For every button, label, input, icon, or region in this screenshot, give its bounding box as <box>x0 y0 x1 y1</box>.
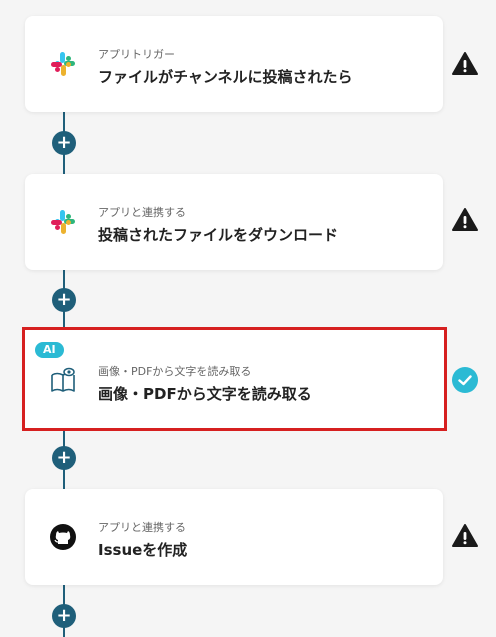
flow-step-card[interactable]: アプリトリガー ファイルがチャンネルに投稿されたら <box>25 16 443 112</box>
github-icon <box>50 524 76 550</box>
slack-icon <box>51 52 75 76</box>
warning-icon[interactable] <box>451 206 479 234</box>
step-subtitle: 画像・PDFから文字を読み取る <box>98 365 252 378</box>
step-subtitle: アプリと連携する <box>98 521 186 534</box>
add-step-button[interactable]: + <box>52 288 76 312</box>
step-title: 画像・PDFから文字を読み取る <box>98 385 312 403</box>
add-step-button[interactable]: + <box>52 604 76 628</box>
add-step-button[interactable]: + <box>52 131 76 155</box>
step-title: Issueを作成 <box>98 541 188 559</box>
add-step-button[interactable]: + <box>52 446 76 470</box>
book-eye-icon <box>51 367 75 392</box>
check-complete-icon <box>452 367 478 393</box>
flow-step-card[interactable]: アプリと連携する Issueを作成 <box>25 489 443 585</box>
warning-icon[interactable] <box>451 522 479 550</box>
step-subtitle: アプリと連携する <box>98 206 186 219</box>
step-subtitle: アプリトリガー <box>98 48 175 61</box>
slack-icon <box>51 210 75 234</box>
step-title: ファイルがチャンネルに投稿されたら <box>98 68 353 86</box>
flow-step-card[interactable]: アプリと連携する 投稿されたファイルをダウンロード <box>25 174 443 270</box>
flow-step-card-selected[interactable]: AI 画像・PDFから文字を読み取る 画像・PDFから文字を読み取る <box>22 327 447 431</box>
warning-icon[interactable] <box>451 50 479 78</box>
step-title: 投稿されたファイルをダウンロード <box>98 226 339 244</box>
ai-badge: AI <box>35 342 64 358</box>
